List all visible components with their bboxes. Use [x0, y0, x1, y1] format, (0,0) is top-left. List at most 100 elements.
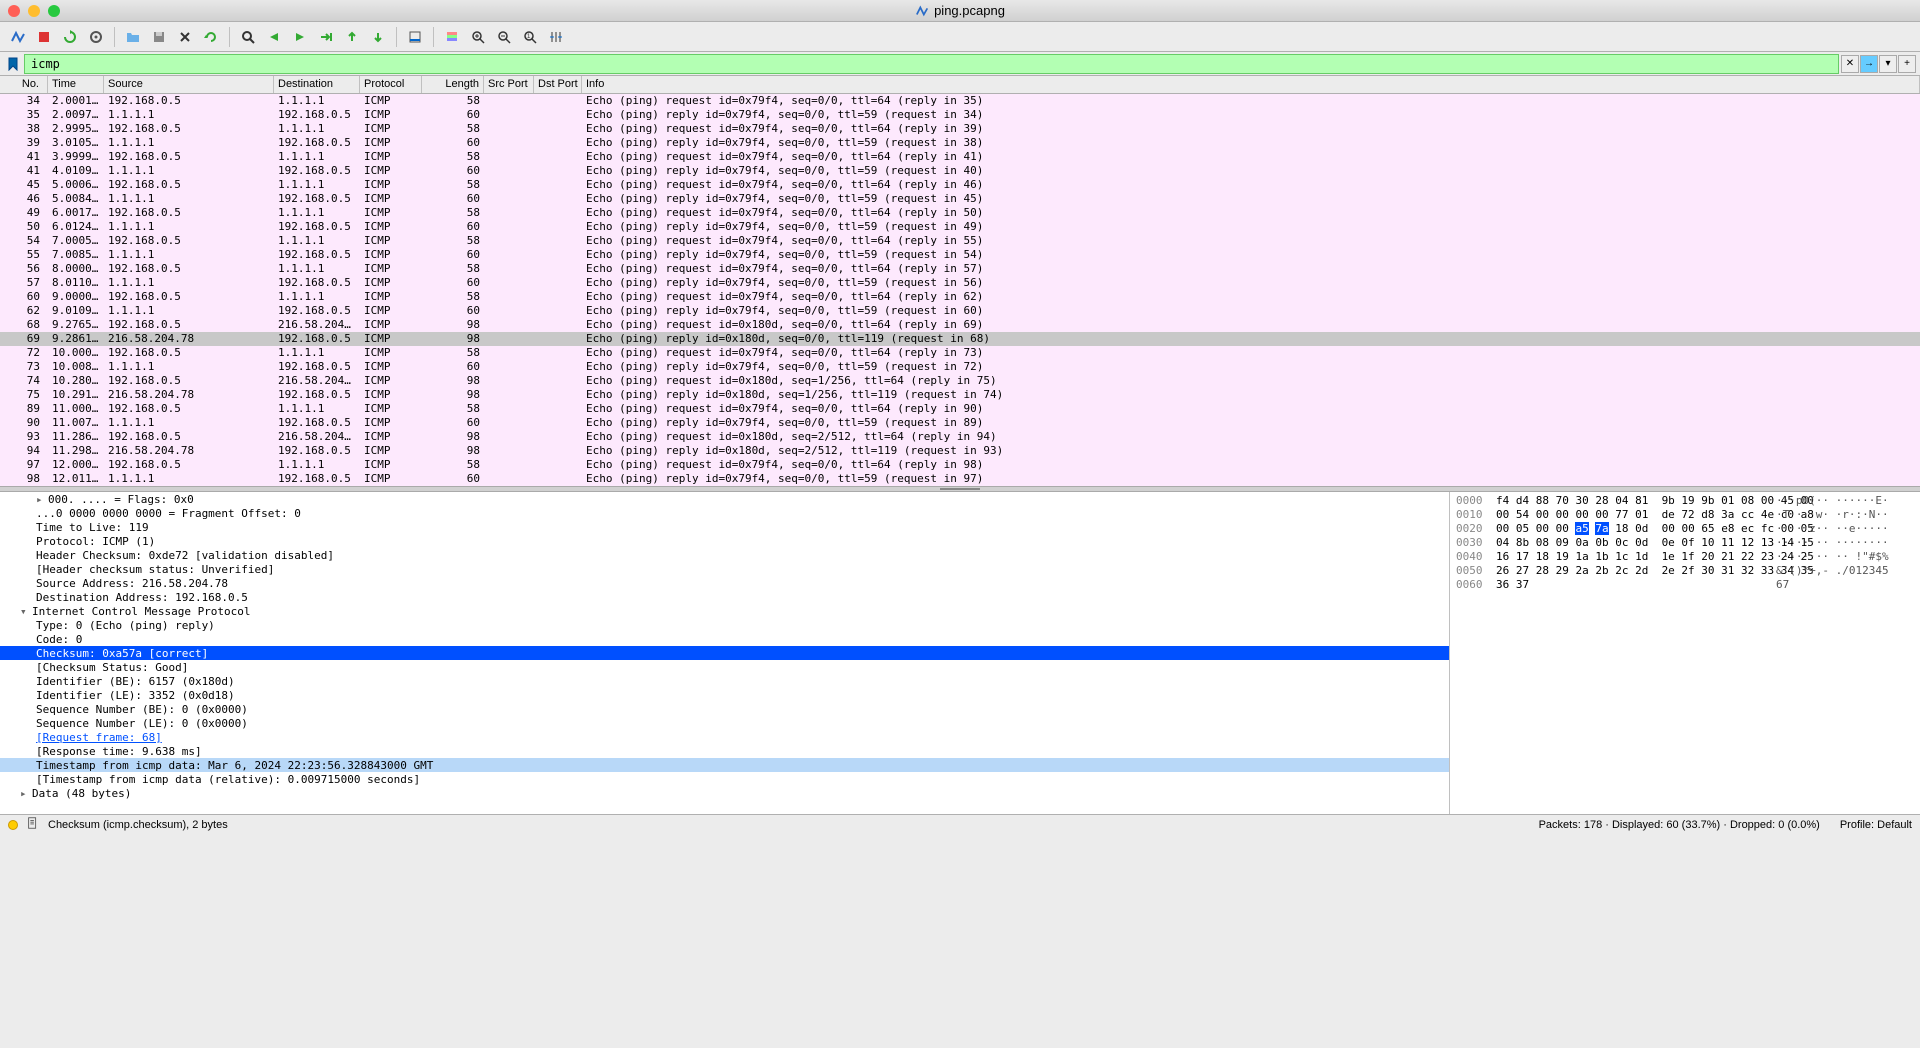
bookmark-filter-icon[interactable]: [4, 55, 22, 73]
column-src-port[interactable]: Src Port: [484, 76, 534, 93]
column-source[interactable]: Source: [104, 76, 274, 93]
tree-item[interactable]: Sequence Number (BE): 0 (0x0000): [0, 702, 1449, 716]
close-file-button[interactable]: [173, 25, 197, 49]
packet-row[interactable]: 629.0109…1.1.1.1192.168.0.5ICMP60Echo (p…: [0, 304, 1920, 318]
packet-row[interactable]: 9812.011…1.1.1.1192.168.0.5ICMP60Echo (p…: [0, 472, 1920, 486]
packet-list[interactable]: 342.0001…192.168.0.51.1.1.1ICMP58Echo (p…: [0, 94, 1920, 486]
tree-item[interactable]: Sequence Number (LE): 0 (0x0000): [0, 716, 1449, 730]
packet-row[interactable]: 382.9995…192.168.0.51.1.1.1ICMP58Echo (p…: [0, 122, 1920, 136]
tree-item[interactable]: Checksum: 0xa57a [correct]: [0, 646, 1449, 660]
open-file-button[interactable]: [121, 25, 145, 49]
filter-history-button[interactable]: ▾: [1879, 55, 1897, 73]
packet-row[interactable]: 9411.298…216.58.204.78192.168.0.5ICMP98E…: [0, 444, 1920, 458]
tree-expand-icon[interactable]: ▸: [36, 493, 48, 506]
restart-capture-button[interactable]: [58, 25, 82, 49]
expert-info-icon[interactable]: [8, 820, 18, 830]
column-no[interactable]: No.: [0, 76, 48, 93]
packet-row[interactable]: 7510.291…216.58.204.78192.168.0.5ICMP98E…: [0, 388, 1920, 402]
packet-row[interactable]: 9011.007…1.1.1.1192.168.0.5ICMP60Echo (p…: [0, 416, 1920, 430]
tree-item[interactable]: ...0 0000 0000 0000 = Fragment Offset: 0: [0, 506, 1449, 520]
find-packet-button[interactable]: [236, 25, 260, 49]
column-time[interactable]: Time: [48, 76, 104, 93]
packet-row[interactable]: 557.0085…1.1.1.1192.168.0.5ICMP60Echo (p…: [0, 248, 1920, 262]
capture-file-icon[interactable]: [26, 816, 40, 833]
go-last-button[interactable]: [366, 25, 390, 49]
clear-filter-button[interactable]: ✕: [1841, 55, 1859, 73]
column-destination[interactable]: Destination: [274, 76, 360, 93]
tree-item[interactable]: Timestamp from icmp data: Mar 6, 2024 22…: [0, 758, 1449, 772]
hex-row[interactable]: 005026 27 28 29 2a 2b 2c 2d 2e 2f 30 31 …: [1456, 564, 1914, 578]
packet-row[interactable]: 7310.008…1.1.1.1192.168.0.5ICMP60Echo (p…: [0, 360, 1920, 374]
tree-item[interactable]: [Request frame: 68]: [0, 730, 1449, 744]
hex-row[interactable]: 0000f4 d4 88 70 30 28 04 81 9b 19 9b 01 …: [1456, 494, 1914, 508]
packet-row[interactable]: 578.0110…1.1.1.1192.168.0.5ICMP60Echo (p…: [0, 276, 1920, 290]
packet-row[interactable]: 7410.280…192.168.0.5216.58.204…ICMP98Ech…: [0, 374, 1920, 388]
add-filter-button[interactable]: +: [1898, 55, 1916, 73]
column-length[interactable]: Length: [422, 76, 484, 93]
packet-row[interactable]: 352.0097…1.1.1.1192.168.0.5ICMP60Echo (p…: [0, 108, 1920, 122]
apply-filter-button[interactable]: →: [1860, 55, 1878, 73]
tree-item[interactable]: ▸000. .... = Flags: 0x0: [0, 492, 1449, 506]
zoom-in-button[interactable]: [466, 25, 490, 49]
zoom-reset-button[interactable]: 1: [518, 25, 542, 49]
tree-item[interactable]: [Timestamp from icmp data (relative): 0.…: [0, 772, 1449, 786]
zoom-out-button[interactable]: [492, 25, 516, 49]
packet-row[interactable]: 689.2765…192.168.0.5216.58.204…ICMP98Ech…: [0, 318, 1920, 332]
tree-item[interactable]: ▾Internet Control Message Protocol: [0, 604, 1449, 618]
packet-row[interactable]: 506.0124…1.1.1.1192.168.0.5ICMP60Echo (p…: [0, 220, 1920, 234]
hex-row[interactable]: 001000 54 00 00 00 00 77 01 de 72 d8 3a …: [1456, 508, 1914, 522]
packet-row[interactable]: 496.0017…192.168.0.51.1.1.1ICMP58Echo (p…: [0, 206, 1920, 220]
capture-options-button[interactable]: [84, 25, 108, 49]
tree-item[interactable]: Time to Live: 119: [0, 520, 1449, 534]
packet-row[interactable]: 568.0000…192.168.0.51.1.1.1ICMP58Echo (p…: [0, 262, 1920, 276]
hex-row[interactable]: 002000 05 00 00 a5 7a 18 0d 00 00 65 e8 …: [1456, 522, 1914, 536]
packet-row[interactable]: 699.2861…216.58.204.78192.168.0.5ICMP98E…: [0, 332, 1920, 346]
go-prev-button[interactable]: [262, 25, 286, 49]
packet-row[interactable]: 393.0105…1.1.1.1192.168.0.5ICMP60Echo (p…: [0, 136, 1920, 150]
packet-row[interactable]: 465.0084…1.1.1.1192.168.0.5ICMP60Echo (p…: [0, 192, 1920, 206]
tree-item[interactable]: Destination Address: 192.168.0.5: [0, 590, 1449, 604]
packet-details-tree[interactable]: ▸000. .... = Flags: 0x0...0 0000 0000 00…: [0, 492, 1450, 814]
hex-row[interactable]: 004016 17 18 19 1a 1b 1c 1d 1e 1f 20 21 …: [1456, 550, 1914, 564]
packet-row[interactable]: 413.9999…192.168.0.51.1.1.1ICMP58Echo (p…: [0, 150, 1920, 164]
packet-row[interactable]: 609.0000…192.168.0.51.1.1.1ICMP58Echo (p…: [0, 290, 1920, 304]
packet-row[interactable]: 7210.000…192.168.0.51.1.1.1ICMP58Echo (p…: [0, 346, 1920, 360]
column-info[interactable]: Info: [582, 76, 1920, 93]
go-next-button[interactable]: [288, 25, 312, 49]
status-profile[interactable]: Profile: Default: [1840, 819, 1912, 831]
resize-columns-button[interactable]: [544, 25, 568, 49]
tree-item[interactable]: [Header checksum status: Unverified]: [0, 562, 1449, 576]
packet-row[interactable]: 455.0006…192.168.0.51.1.1.1ICMP58Echo (p…: [0, 178, 1920, 192]
tree-item[interactable]: Identifier (LE): 3352 (0x0d18): [0, 688, 1449, 702]
tree-item[interactable]: Source Address: 216.58.204.78: [0, 576, 1449, 590]
packet-row[interactable]: 9311.286…192.168.0.5216.58.204…ICMP98Ech…: [0, 430, 1920, 444]
save-file-button[interactable]: [147, 25, 171, 49]
reload-button[interactable]: [199, 25, 223, 49]
tree-item[interactable]: [Response time: 9.638 ms]: [0, 744, 1449, 758]
go-first-button[interactable]: [340, 25, 364, 49]
packet-row[interactable]: 414.0109…1.1.1.1192.168.0.5ICMP60Echo (p…: [0, 164, 1920, 178]
display-filter-input[interactable]: [24, 54, 1839, 74]
packet-row[interactable]: 9712.000…192.168.0.51.1.1.1ICMP58Echo (p…: [0, 458, 1920, 472]
hex-row[interactable]: 003004 8b 08 09 0a 0b 0c 0d 0e 0f 10 11 …: [1456, 536, 1914, 550]
tree-expand-icon[interactable]: ▾: [20, 605, 32, 618]
packet-row[interactable]: 547.0005…192.168.0.51.1.1.1ICMP58Echo (p…: [0, 234, 1920, 248]
tree-expand-icon[interactable]: ▸: [20, 787, 32, 800]
tree-item[interactable]: ▸Data (48 bytes): [0, 786, 1449, 800]
colorize-button[interactable]: [440, 25, 464, 49]
maximize-window-button[interactable]: [48, 5, 60, 17]
column-protocol[interactable]: Protocol: [360, 76, 422, 93]
hex-row[interactable]: 006036 3767: [1456, 578, 1914, 592]
tree-item[interactable]: Protocol: ICMP (1): [0, 534, 1449, 548]
column-dst-port[interactable]: Dst Port: [534, 76, 582, 93]
tree-item[interactable]: [Checksum Status: Good]: [0, 660, 1449, 674]
tree-item[interactable]: Type: 0 (Echo (ping) reply): [0, 618, 1449, 632]
close-window-button[interactable]: [8, 5, 20, 17]
packet-row[interactable]: 8911.000…192.168.0.51.1.1.1ICMP58Echo (p…: [0, 402, 1920, 416]
autoscroll-button[interactable]: [403, 25, 427, 49]
packet-row[interactable]: 342.0001…192.168.0.51.1.1.1ICMP58Echo (p…: [0, 94, 1920, 108]
start-capture-button[interactable]: [6, 25, 30, 49]
minimize-window-button[interactable]: [28, 5, 40, 17]
tree-item[interactable]: Identifier (BE): 6157 (0x180d): [0, 674, 1449, 688]
tree-item[interactable]: Code: 0: [0, 632, 1449, 646]
